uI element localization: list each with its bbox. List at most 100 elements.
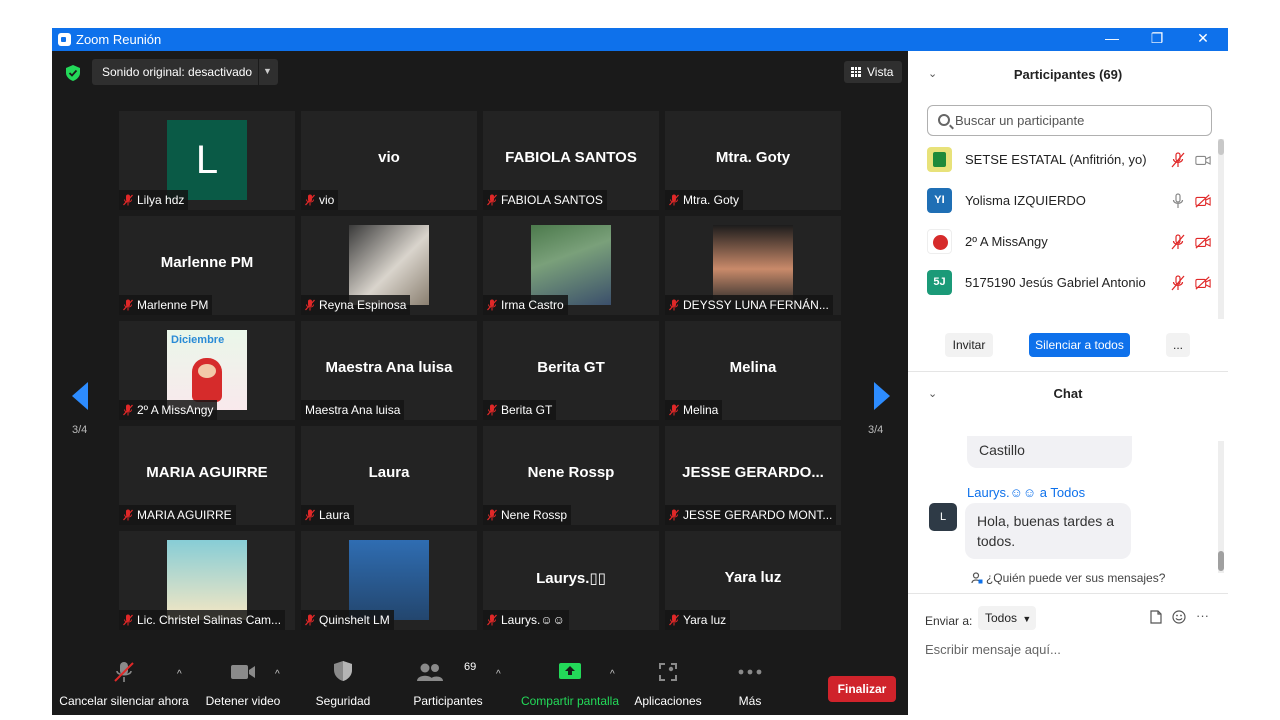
participant-tile[interactable]: Quinshelt LM <box>301 531 477 630</box>
apps-button[interactable]: Aplicaciones <box>630 634 706 715</box>
participants-button[interactable]: 69 Participantes <box>408 634 488 715</box>
side-panel: ⌄ Participantes (69) Buscar un participa… <box>908 51 1228 692</box>
participant-name: Laura <box>319 508 350 522</box>
send-to-value: Todos <box>985 611 1018 625</box>
minimize-button[interactable]: — <box>1092 30 1132 46</box>
security-shield-icon <box>334 661 352 681</box>
end-meeting-button[interactable]: Finalizar <box>828 676 896 702</box>
participant-list-scrollbar[interactable] <box>1218 139 1224 319</box>
security-button[interactable]: Seguridad <box>308 634 378 715</box>
video-camera-icon[interactable] <box>1195 152 1211 168</box>
video-off-icon[interactable] <box>1195 275 1211 291</box>
participant-tile[interactable]: Melina Melina <box>665 321 841 420</box>
participants-label: Participantes <box>413 694 483 708</box>
participant-name: DEYSSY LUNA FERNÁN... <box>683 298 829 312</box>
microphone-muted-icon[interactable] <box>1170 152 1186 168</box>
microphone-muted-icon <box>669 404 679 416</box>
stop-video-button[interactable]: Detener video <box>202 634 284 715</box>
avatar-initials: YI <box>934 194 945 206</box>
microphone-muted-icon <box>123 299 133 311</box>
emoji-icon[interactable] <box>1172 610 1186 624</box>
invite-button[interactable]: Invitar <box>945 333 993 357</box>
participant-row-name: SETSE ESTATAL (Anfitrión, yo) <box>965 152 1147 167</box>
participant-name-bar: MARIA AGUIRRE <box>119 505 236 525</box>
participant-tile[interactable]: L Lilya hdz <box>119 111 295 210</box>
search-icon <box>938 114 950 126</box>
participant-name: MARIA AGUIRRE <box>137 508 232 522</box>
audio-options-caret[interactable]: ^ <box>177 669 182 680</box>
profile-picture <box>713 225 793 305</box>
chat-scrollbar[interactable] <box>1218 441 1224 573</box>
participant-row[interactable]: YI Yolisma IZQUIERDO <box>927 188 1217 220</box>
page-indicator-left: 3/4 <box>72 424 88 436</box>
scrollbar-thumb[interactable] <box>1218 551 1224 571</box>
participants-more-button[interactable]: ... <box>1166 333 1190 357</box>
participant-tile[interactable]: Yara luz Yara luz <box>665 531 841 630</box>
next-page-arrow-icon[interactable] <box>874 382 890 410</box>
original-sound-button[interactable]: Sonido original: desactivado ▼ <box>92 59 278 85</box>
participant-row[interactable]: 5J 5175190 Jesús Gabriel Antonio <box>927 270 1217 302</box>
participant-tile[interactable]: Laurys.▯▯ Laurys.☺☺ <box>483 531 659 630</box>
participant-avatar <box>927 229 952 254</box>
participant-tile[interactable]: Lic. Christel Salinas Cam... <box>119 531 295 630</box>
microphone-muted-icon <box>487 194 497 206</box>
participant-name-bar: Laurys.☺☺ <box>483 610 569 630</box>
mute-all-button[interactable]: Silenciar a todos <box>1029 333 1130 357</box>
participant-tile[interactable]: Berita GT Berita GT <box>483 321 659 420</box>
participant-name: Marlenne PM <box>137 298 209 312</box>
microphone-muted-icon[interactable] <box>1170 234 1186 250</box>
video-off-icon[interactable] <box>1195 234 1211 250</box>
profile-picture: Diciembre <box>167 330 247 410</box>
participant-tile[interactable]: Irma Castro <box>483 216 659 315</box>
participant-tile[interactable]: Maestra Ana luisa Maestra Ana luisa <box>301 321 477 420</box>
participant-name-bar: 2º A MissAngy <box>119 400 218 420</box>
participants-icon <box>417 663 443 681</box>
file-icon[interactable] <box>1150 610 1162 624</box>
participant-tile[interactable]: vio vio <box>301 111 477 210</box>
participant-row-name: Yolisma IZQUIERDO <box>965 193 1086 208</box>
close-button[interactable]: ✕ <box>1183 30 1223 47</box>
more-button[interactable]: Más <box>724 634 776 715</box>
participant-tile[interactable]: JESSE GERARDO... JESSE GERARDO MONT... <box>665 426 841 525</box>
chat-panel-title: Chat <box>1053 386 1083 401</box>
participant-tile[interactable]: Marlenne PM Marlenne PM <box>119 216 295 315</box>
participant-name-bar: Laura <box>301 505 354 525</box>
participant-tile[interactable]: Diciembre 2º A MissAngy <box>119 321 295 420</box>
video-off-icon[interactable] <box>1195 193 1211 209</box>
view-button[interactable]: Vista <box>844 61 902 83</box>
profile-picture <box>531 225 611 305</box>
participant-tile[interactable]: Laura Laura <box>301 426 477 525</box>
send-to-dropdown[interactable]: Todos ▼ <box>978 606 1036 630</box>
unmute-button[interactable]: Cancelar silenciar ahora <box>58 634 190 715</box>
participant-name-bar: Berita GT <box>483 400 557 420</box>
participant-avatar: 5J <box>927 270 952 295</box>
participant-tile[interactable]: Nene Rossp Nene Rossp <box>483 426 659 525</box>
participant-tile[interactable]: MARIA AGUIRRE MARIA AGUIRRE <box>119 426 295 525</box>
participant-name: FABIOLA SANTOS <box>501 193 603 207</box>
chevron-down-icon[interactable]: ▼ <box>263 66 272 76</box>
video-options-caret[interactable]: ^ <box>275 669 280 680</box>
participant-display-name: MARIA AGUIRRE <box>146 464 268 481</box>
microphone-muted-icon[interactable] <box>1170 275 1186 291</box>
restore-button[interactable]: ❐ <box>1137 30 1177 47</box>
microphone-muted-icon <box>669 509 679 521</box>
chat-message-input[interactable]: Escribir mensaje aquí... <box>925 642 1061 657</box>
participant-tile[interactable]: Reyna Espinosa <box>301 216 477 315</box>
participants-options-caret[interactable]: ^ <box>496 669 501 680</box>
avatar: L <box>167 120 247 200</box>
scrollbar-thumb[interactable] <box>1218 139 1224 155</box>
previous-page-arrow-icon[interactable] <box>72 382 88 410</box>
encryption-shield-icon[interactable] <box>66 65 80 81</box>
participant-row[interactable]: SETSE ESTATAL (Anfitrión, yo) <box>927 147 1217 179</box>
participant-tile[interactable]: FABIOLA SANTOS FABIOLA SANTOS <box>483 111 659 210</box>
participant-tile[interactable]: DEYSSY LUNA FERNÁN... <box>665 216 841 315</box>
microphone-icon[interactable] <box>1170 193 1186 209</box>
participant-row[interactable]: 2º A MissAngy <box>927 229 1217 261</box>
chat-more-icon[interactable]: ··· <box>1196 608 1209 623</box>
more-label: Más <box>738 694 762 708</box>
share-screen-button[interactable]: Compartir pantalla <box>518 634 622 715</box>
who-can-see-link[interactable]: ¿Quién puede ver sus mensajes? <box>908 571 1228 585</box>
participant-search-input[interactable]: Buscar un participante <box>927 105 1212 136</box>
participant-tile[interactable]: Mtra. Goty Mtra. Goty <box>665 111 841 210</box>
share-options-caret[interactable]: ^ <box>610 669 615 680</box>
